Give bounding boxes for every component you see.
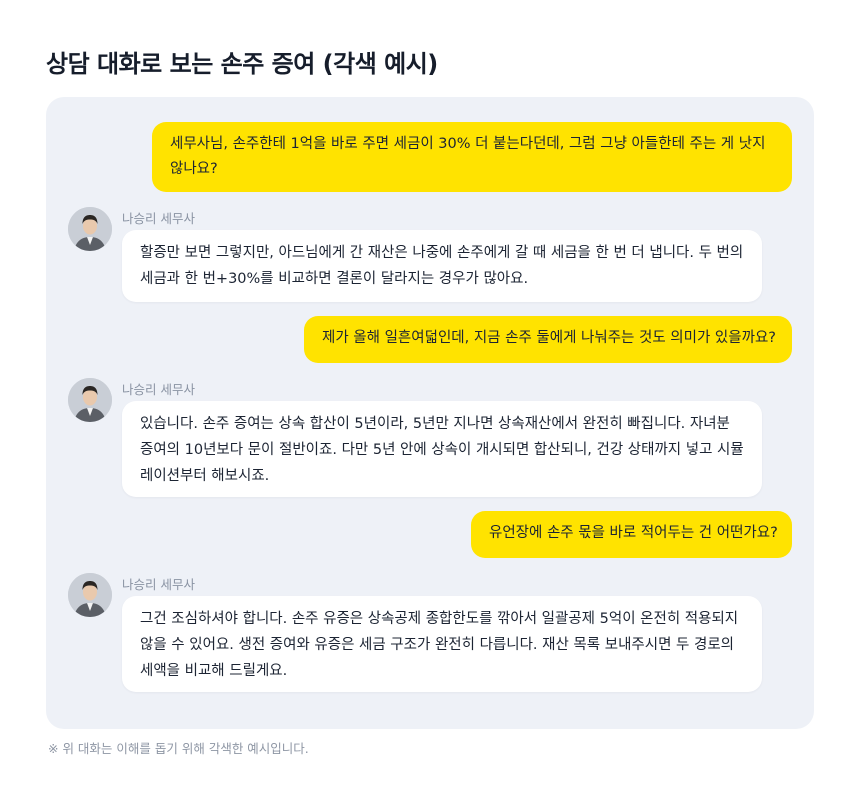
avatar-icon: [68, 378, 112, 422]
user-message-text: 세무사님, 손주한테 1억을 바로 주면 세금이 30% 더 붙는다던데, 그럼…: [170, 136, 766, 177]
avatar-icon: [68, 573, 112, 617]
advisor-message-bubble: 있습니다. 손주 증여는 상속 합산이 5년이라, 5년만 지나면 상속재산에서…: [122, 401, 762, 497]
advisor-message: 나승리 세무사 그건 조심하셔야 합니다. 손주 유증은 상속공제 종합한도를 …: [68, 573, 768, 693]
advisor-name: 나승리 세무사: [122, 577, 195, 592]
advisor-avatar: [68, 207, 112, 251]
advisor-message-text: 있습니다. 손주 증여는 상속 합산이 5년이라, 5년만 지나면 상속재산에서…: [140, 416, 744, 484]
user-message-bubble: 제가 올해 일흔여덟인데, 지금 손주 둘에게 나눠주는 것도 의미가 있을까요…: [304, 316, 792, 363]
advisor-message: 나승리 세무사 할증만 보면 그렇지만, 아드님에게 간 재산은 나중에 손주에…: [68, 207, 768, 303]
advisor-message-text: 그건 조심하셔야 합니다. 손주 유증은 상속공제 종합한도를 깎아서 일괄공제…: [140, 611, 739, 679]
user-message-text: 제가 올해 일흔여덟인데, 지금 손주 둘에게 나눠주는 것도 의미가 있을까요…: [322, 330, 776, 346]
user-message-bubble: 유언장에 손주 몫을 바로 적어두는 건 어떤가요?: [471, 511, 792, 558]
advisor-message-bubble: 그건 조심하셔야 합니다. 손주 유증은 상속공제 종합한도를 깎아서 일괄공제…: [122, 596, 762, 692]
user-message-bubble: 세무사님, 손주한테 1억을 바로 주면 세금이 30% 더 붙는다던데, 그럼…: [152, 122, 792, 192]
advisor-name: 나승리 세무사: [122, 382, 195, 397]
page-title: 상담 대화로 보는 손주 증여 (각색 예시): [46, 50, 438, 78]
advisor-message: 나승리 세무사 있습니다. 손주 증여는 상속 합산이 5년이라, 5년만 지나…: [68, 378, 768, 498]
advisor-avatar: [68, 573, 112, 617]
footnote: ※ 위 대화는 이해를 돕기 위해 각색한 예시입니다.: [48, 741, 309, 756]
advisor-name: 나승리 세무사: [122, 211, 195, 226]
user-message-text: 유언장에 손주 몫을 바로 적어두는 건 어떤가요?: [489, 525, 778, 541]
advisor-message-text: 할증만 보면 그렇지만, 아드님에게 간 재산은 나중에 손주에게 갈 때 세금…: [140, 245, 744, 287]
avatar-icon: [68, 207, 112, 251]
chat-panel: 세무사님, 손주한테 1억을 바로 주면 세금이 30% 더 붙는다던데, 그럼…: [46, 97, 814, 729]
advisor-avatar: [68, 378, 112, 422]
advisor-message-bubble: 할증만 보면 그렇지만, 아드님에게 간 재산은 나중에 손주에게 갈 때 세금…: [122, 230, 762, 302]
